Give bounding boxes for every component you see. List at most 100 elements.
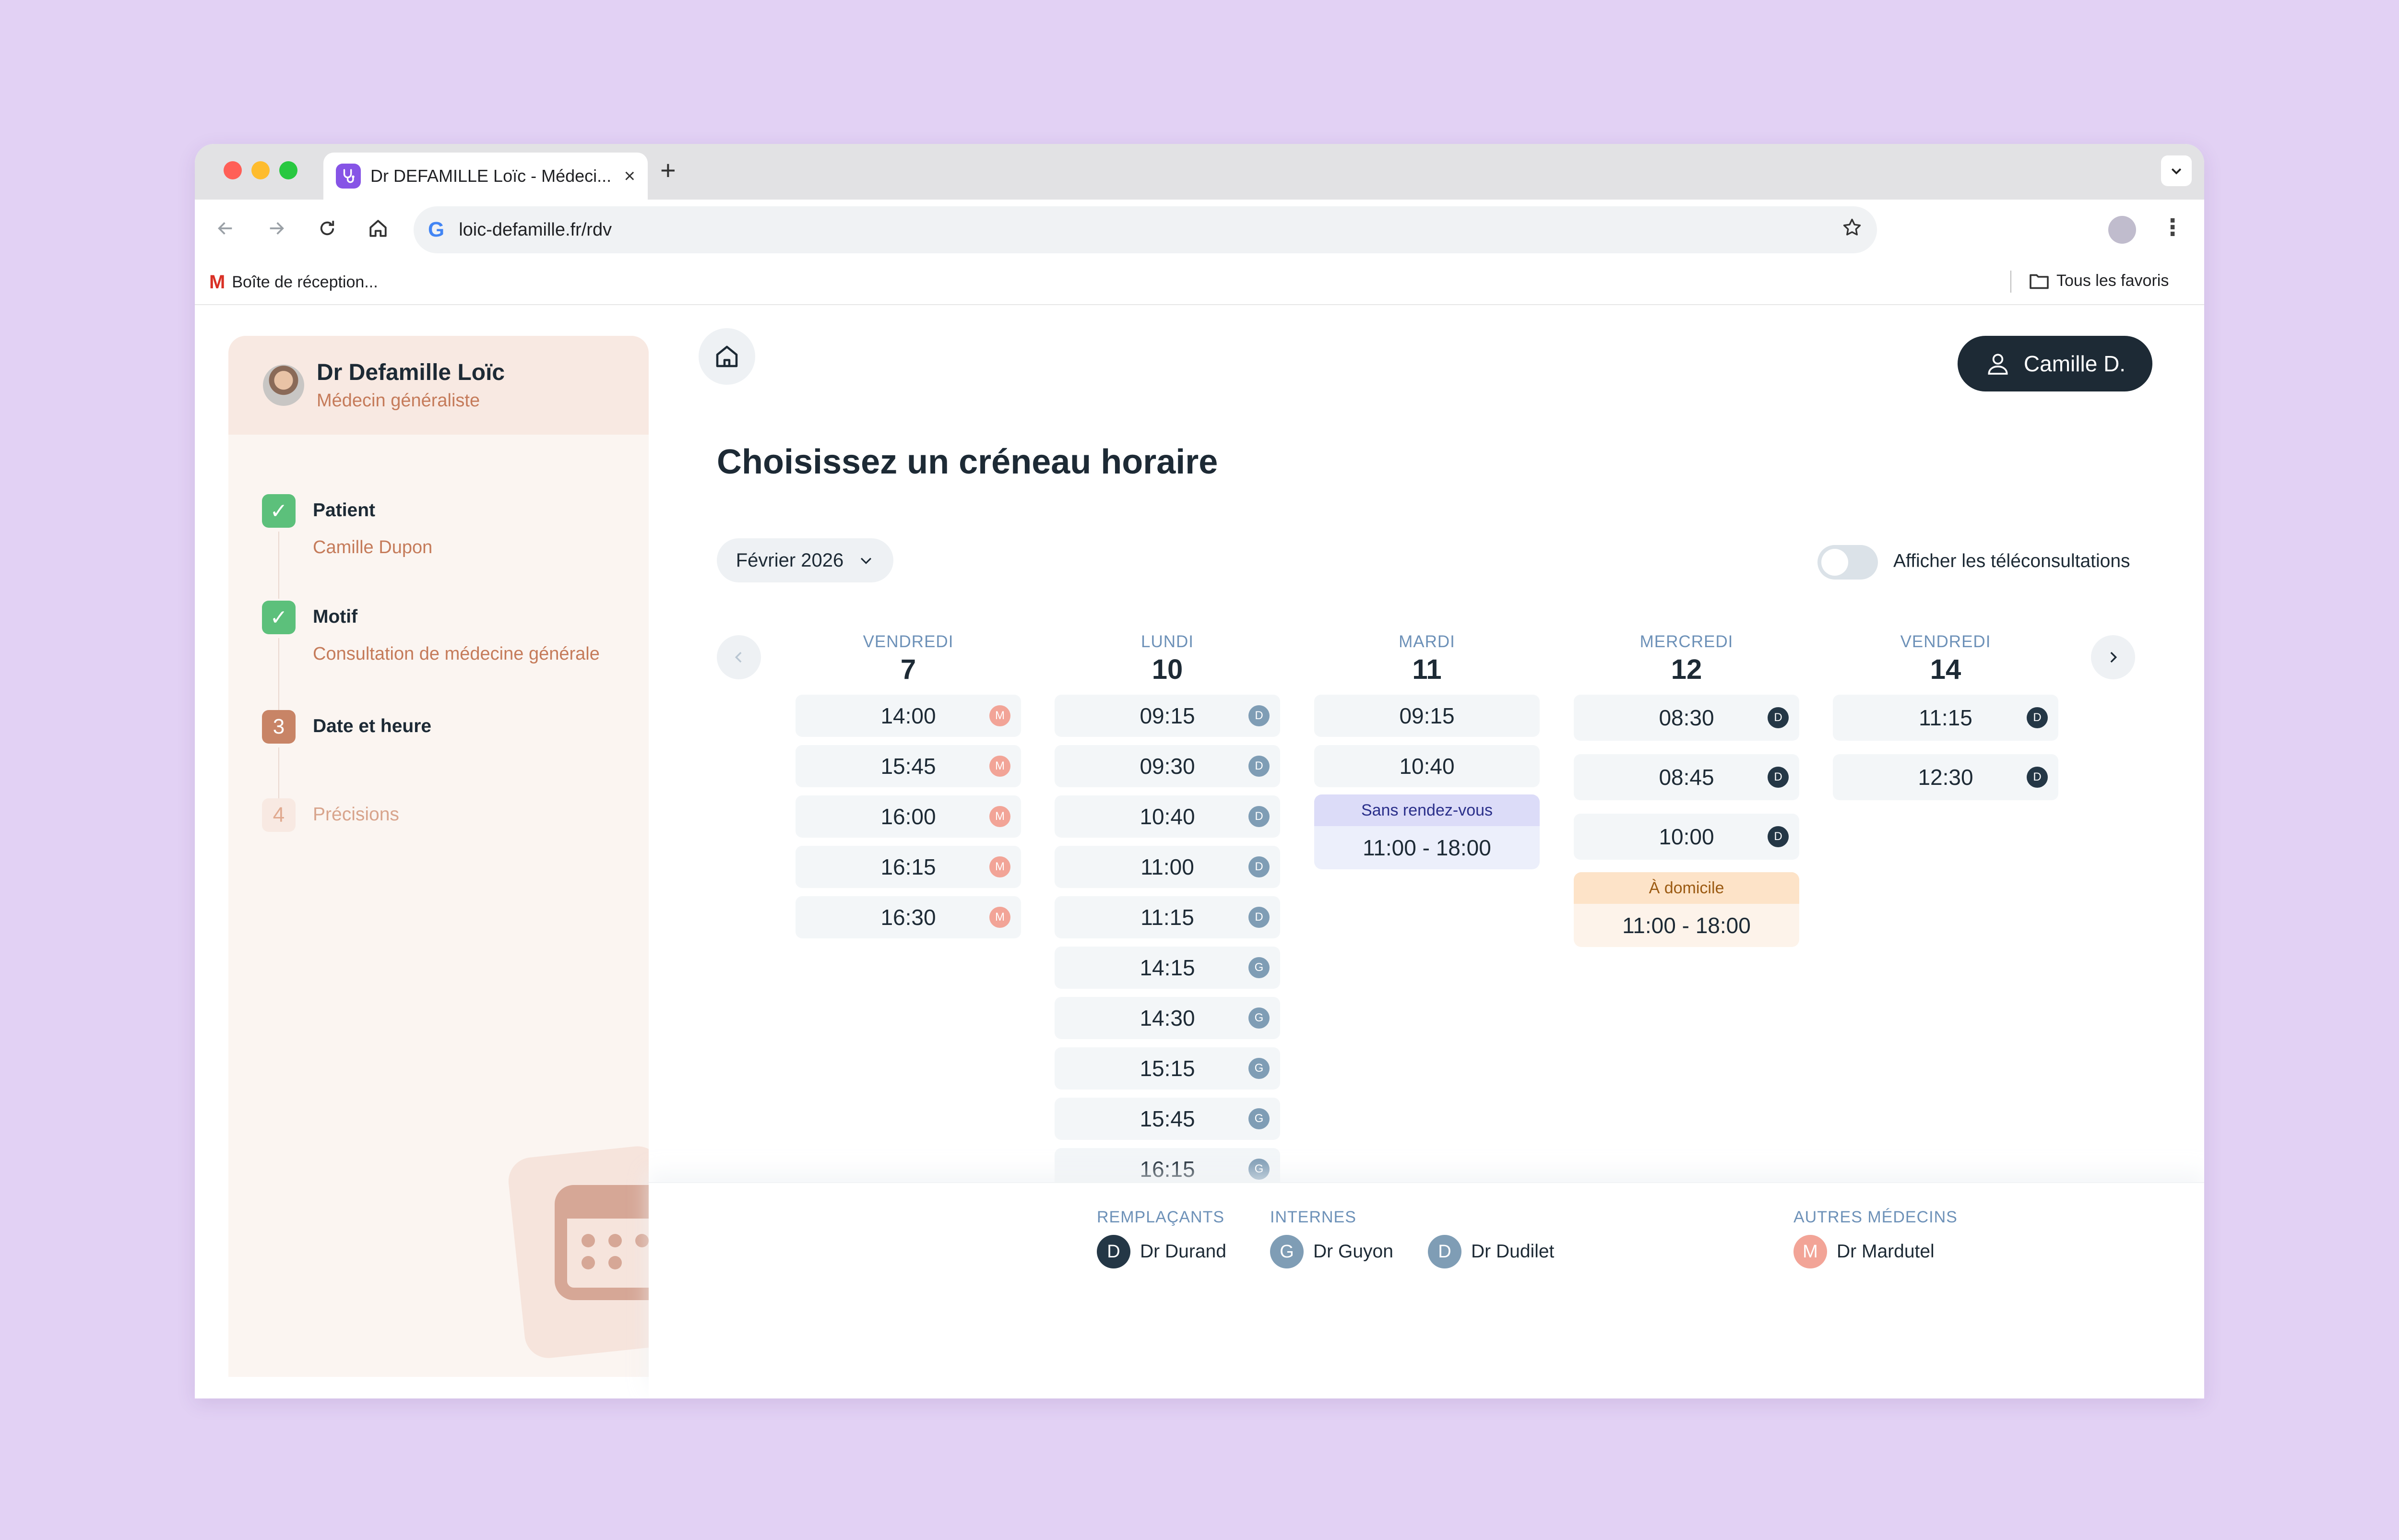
time-slot[interactable]: 11:15 D <box>1055 896 1280 938</box>
reload-icon[interactable] <box>313 214 342 243</box>
bookmark-all-favorites[interactable]: Tous les favoris <box>2029 272 2169 290</box>
tab-search-button[interactable] <box>2161 155 2192 186</box>
slot-time: 08:45 <box>1659 765 1714 790</box>
chevron-right-icon <box>2110 652 2117 663</box>
legend-others-title: AUTRES MÉDECINS <box>1793 1208 1958 1226</box>
slot-time: 16:15 <box>1140 1157 1195 1182</box>
slot-time: 15:45 <box>880 754 936 779</box>
slot-time: 11:15 <box>1919 705 1972 730</box>
bookmark-star-icon[interactable] <box>1841 215 1863 244</box>
day-column: LUNDI 10 09:15 D 09:30 D 10:40 D 11:00 D 11:… <box>1055 632 1280 1190</box>
gmail-icon: M <box>209 272 226 293</box>
minimize-window-button[interactable] <box>251 161 270 179</box>
time-slot[interactable]: 08:45 D <box>1574 754 1799 800</box>
time-slot[interactable]: 15:15 G <box>1055 1047 1280 1090</box>
time-slot[interactable]: 09:15 <box>1314 695 1540 737</box>
time-slot[interactable]: 16:00 M <box>796 795 1021 838</box>
legend-doctor-name: Dr Mardutel <box>1837 1241 1935 1262</box>
doctor-name: Dr Defamille Loïc <box>317 360 505 385</box>
teleconsultation-toggle[interactable] <box>1817 545 1878 580</box>
step-value: Camille Dupon <box>313 537 433 557</box>
bookmark-inbox[interactable]: M Boîte de réception... <box>209 272 378 293</box>
month-select[interactable]: Février 2026 <box>717 538 893 582</box>
day-number: 12 <box>1671 654 1702 685</box>
home-icon[interactable] <box>364 214 392 243</box>
next-week-button[interactable] <box>2091 635 2135 679</box>
time-slot[interactable]: 16:30 M <box>796 896 1021 938</box>
day-number: 11 <box>1412 654 1442 685</box>
day-name: MARDI <box>1399 632 1455 651</box>
slot-time: 16:15 <box>880 854 936 879</box>
time-slot[interactable]: 10:40 D <box>1055 795 1280 838</box>
previous-week-button[interactable] <box>717 635 761 679</box>
doctor-initial-badge: M <box>989 907 1010 928</box>
user-name: Camille D. <box>2023 351 2126 376</box>
time-slot[interactable]: 15:45 G <box>1055 1098 1280 1140</box>
step-motif[interactable]: ✓ Motif Consultation de médecine général… <box>262 601 600 664</box>
doctor-initial-badge: G <box>1248 957 1270 978</box>
doctor-initial-badge: M <box>1793 1235 1827 1268</box>
time-slot[interactable]: 12:30 D <box>1833 754 2058 800</box>
day-number: 14 <box>1930 654 1961 685</box>
home-button[interactable] <box>699 328 755 385</box>
calendar-icon <box>555 1185 649 1300</box>
bookmark-divider <box>2010 271 2011 293</box>
stethoscope-icon <box>336 164 361 189</box>
home-visit-slot[interactable]: À domicile 11:00 - 18:00 <box>1574 872 1799 947</box>
active-tab[interactable]: Dr DEFAMILLE Loïc - Médeci... × <box>323 153 648 200</box>
step-date-time[interactable]: 3 Date et heure <box>262 710 431 744</box>
doctor-initial-badge: D <box>1768 826 1789 847</box>
profile-avatar[interactable] <box>2108 216 2136 244</box>
close-window-button[interactable] <box>224 161 242 179</box>
day-number: 10 <box>1152 654 1183 685</box>
slot-time: 15:15 <box>1140 1056 1195 1081</box>
step-connector <box>278 747 279 798</box>
tab-close-icon[interactable]: × <box>624 166 635 187</box>
time-slot[interactable]: 10:00 D <box>1574 814 1799 860</box>
step-value: Consultation de médecine générale <box>313 644 600 664</box>
slot-time: 15:45 <box>1140 1106 1195 1131</box>
doctor-initial-badge: G <box>1248 1058 1270 1079</box>
legend-doctor-name: Dr Durand <box>1140 1241 1226 1262</box>
more-menu-icon[interactable]: ⋮ <box>2161 214 2184 241</box>
url-text: loic-defamille.fr/rdv <box>459 219 612 240</box>
doctor-initial-badge: D <box>1248 705 1270 726</box>
time-slot[interactable]: 11:15 D <box>1833 695 2058 741</box>
slot-time: 16:00 <box>880 804 936 829</box>
step-patient[interactable]: ✓ Patient Camille Dupon <box>262 494 432 558</box>
legend-doctor-name: Dr Dudilet <box>1471 1241 1555 1262</box>
time-slot[interactable]: 16:15 M <box>796 846 1021 888</box>
back-icon[interactable] <box>211 214 240 243</box>
address-bar[interactable]: G loic-defamille.fr/rdv <box>414 206 1877 253</box>
doctor-initial-badge: M <box>989 856 1010 877</box>
time-slot[interactable]: 09:30 D <box>1055 745 1280 787</box>
day-name: MERCREDI <box>1639 632 1734 651</box>
day-column: VENDREDI 14 11:15 D 12:30 D <box>1833 632 2058 800</box>
time-slot[interactable]: 14:00 M <box>796 695 1021 737</box>
walk-in-slot[interactable]: Sans rendez-vous 11:00 - 18:00 <box>1314 794 1540 869</box>
doctor-initial-badge: M <box>989 756 1010 777</box>
user-account-button[interactable]: Camille D. <box>1958 336 2152 391</box>
maximize-window-button[interactable] <box>279 161 297 179</box>
doctor-initial-badge: D <box>1248 806 1270 827</box>
legend-doctor-name: Dr Guyon <box>1313 1241 1393 1262</box>
doctor-initial-badge: D <box>1768 767 1789 788</box>
time-slot[interactable]: 11:00 D <box>1055 846 1280 888</box>
time-slot[interactable]: 09:15 D <box>1055 695 1280 737</box>
time-slot[interactable]: 14:15 G <box>1055 947 1280 989</box>
legend-doctor: G Dr Guyon <box>1270 1235 1393 1268</box>
walk-in-label: Sans rendez-vous <box>1314 794 1540 826</box>
doctor-initial-badge: M <box>989 806 1010 827</box>
forward-icon[interactable] <box>262 214 291 243</box>
time-slot[interactable]: 15:45 M <box>796 745 1021 787</box>
day-name: VENDREDI <box>1900 632 1991 651</box>
home-icon <box>716 345 738 367</box>
check-icon: ✓ <box>262 494 296 528</box>
time-slot[interactable]: 08:30 D <box>1574 695 1799 741</box>
booking-sidebar: Dr Defamille Loïc Médecin généraliste ✓ … <box>228 336 649 1377</box>
new-tab-button[interactable]: + <box>660 154 676 186</box>
doctor-initial-badge: G <box>1270 1235 1304 1268</box>
teleconsultation-label: Afficher les téléconsultations <box>1893 551 2130 571</box>
time-slot[interactable]: 14:30 G <box>1055 997 1280 1039</box>
time-slot[interactable]: 10:40 <box>1314 745 1540 787</box>
